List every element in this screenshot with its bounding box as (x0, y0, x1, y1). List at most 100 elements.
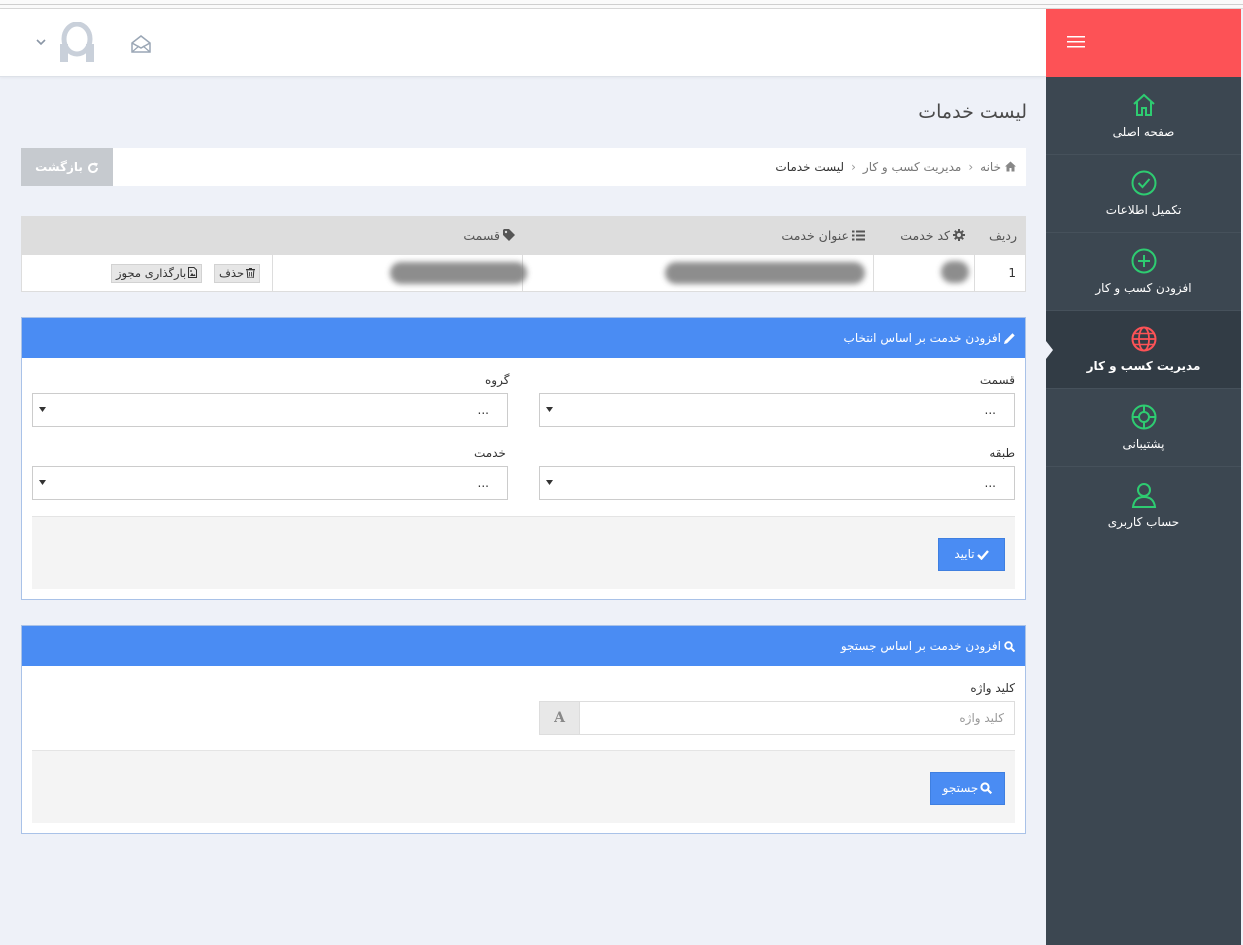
trash-icon (246, 268, 256, 278)
cell-divider (272, 255, 273, 292)
active-nav-pointer (1046, 341, 1053, 359)
category-label: طبقه (989, 446, 1015, 460)
service-label: خدمت (474, 446, 506, 460)
column-header-code: کد خدمت (900, 217, 965, 255)
search-icon (1004, 641, 1015, 652)
sidebar: صفحه اصلی تکمیل اطلاعات افزودن کسب و کار… (1046, 9, 1241, 945)
group-select-value: ... (477, 403, 489, 417)
check-icon (976, 550, 989, 560)
check-circle-icon (1131, 170, 1157, 196)
keyword-input-group: A (539, 701, 1015, 735)
back-button-label: بازگشت (35, 160, 83, 174)
add-by-selection-panel: افزودن خدمت بر اساس انتخاب قسمت گروه ...… (21, 317, 1026, 600)
panel-footer: جستجو (32, 750, 1015, 823)
table-row: 1 حذف بارگذاری مجوز (22, 255, 1025, 292)
sidebar-item-label: پشتیبانی (1122, 437, 1165, 451)
group-select[interactable]: ... (32, 393, 508, 427)
section-select-value: ... (984, 403, 996, 417)
row-number: 1 (1008, 266, 1016, 280)
caret-down-icon (39, 407, 46, 412)
caret-down-icon (546, 480, 553, 485)
keyword-input[interactable] (580, 702, 1014, 734)
breadcrumb-home-link[interactable]: خانه (980, 160, 1001, 174)
service-select-value: ... (477, 476, 489, 490)
top-header (0, 9, 1046, 77)
cell-divider (873, 255, 874, 292)
redacted-code (941, 261, 969, 283)
refresh-icon (87, 162, 98, 173)
user-avatar-icon[interactable] (58, 22, 96, 62)
gear-icon (953, 229, 965, 241)
caret-down-icon (39, 480, 46, 485)
keyword-label: کلید واژه (970, 681, 1015, 695)
panel-header: افزودن خدمت بر اساس انتخاب (22, 318, 1025, 358)
breadcrumb-current: لیست خدمات (775, 160, 845, 174)
list-icon (852, 230, 865, 241)
delete-button[interactable]: حذف (214, 264, 261, 283)
search-icon (980, 782, 993, 794)
panel-title: افزودن خدمت بر اساس جستجو (840, 639, 1001, 653)
upload-license-button[interactable]: بارگذاری مجوز (111, 264, 203, 283)
browser-top-strip (0, 0, 1243, 9)
page-title: لیست خدمات (918, 101, 1027, 123)
category-select-value: ... (984, 476, 996, 490)
chevron-down-icon[interactable] (34, 35, 48, 49)
table-header: ردیف کد خدمت عنوان خدمت قسمت (22, 217, 1025, 255)
caret-down-icon (546, 407, 553, 412)
user-icon (1131, 483, 1157, 508)
column-header-title-label: عنوان خدمت (781, 228, 849, 243)
font-icon: A (540, 702, 580, 734)
confirm-button[interactable]: تایید (938, 538, 1005, 571)
upload-license-button-label: بارگذاری مجوز (116, 266, 187, 280)
file-image-icon (188, 267, 198, 278)
globe-icon (1131, 326, 1157, 352)
search-button[interactable]: جستجو (930, 772, 1005, 805)
group-label: گروه (485, 373, 510, 387)
search-button-label: جستجو (942, 781, 979, 795)
breadcrumb: خانه ‹ مدیریت کسب و کار ‹ لیست خدمات (775, 148, 1016, 186)
panel-title: افزودن خدمت بر اساس انتخاب (843, 331, 1001, 345)
sidebar-item-label: افزودن کسب و کار (1095, 281, 1192, 295)
column-header-title: عنوان خدمت (781, 217, 865, 255)
mail-open-icon[interactable] (128, 33, 154, 55)
redacted-section (390, 262, 527, 284)
menu-icon[interactable] (1067, 35, 1085, 49)
section-select[interactable]: ... (539, 393, 1015, 427)
category-select[interactable]: ... (539, 466, 1015, 500)
panel-footer: تایید (32, 516, 1015, 589)
sidebar-item-support[interactable]: پشتیبانی (1046, 389, 1241, 467)
sidebar-item-user-account[interactable]: حساب کاربری (1046, 467, 1241, 545)
tag-icon (503, 229, 515, 241)
services-table: ردیف کد خدمت عنوان خدمت قسمت 1 حذف بارگذ… (21, 216, 1026, 292)
sidebar-item-label: صفحه اصلی (1112, 125, 1175, 139)
sidebar-item-complete-info[interactable]: تکمیل اطلاعات (1046, 155, 1241, 233)
breadcrumb-section-link[interactable]: مدیریت کسب و کار (863, 160, 961, 174)
delete-button-label: حذف (219, 266, 245, 280)
sidebar-item-home[interactable]: صفحه اصلی (1046, 77, 1241, 155)
plus-circle-icon (1131, 248, 1157, 274)
sidebar-item-label: حساب کاربری (1107, 515, 1180, 529)
life-ring-icon (1131, 404, 1157, 430)
cell-divider (974, 255, 975, 292)
confirm-button-label: تایید (954, 547, 975, 561)
add-by-search-panel: افزودن خدمت بر اساس جستجو کلید واژه A جس… (21, 625, 1026, 834)
sidebar-item-label: تکمیل اطلاعات (1105, 203, 1182, 217)
breadcrumb-separator: ‹ (851, 160, 856, 174)
sidebar-item-add-business[interactable]: افزودن کسب و کار (1046, 233, 1241, 311)
section-label: قسمت (979, 373, 1015, 387)
breadcrumb-bar: بازگشت خانه ‹ مدیریت کسب و کار ‹ لیست خدمات (21, 148, 1026, 186)
home-icon (1005, 161, 1016, 172)
home-icon (1133, 93, 1155, 116)
panel-header: افزودن خدمت بر اساس جستجو (22, 626, 1025, 666)
pencil-icon (1004, 333, 1015, 344)
breadcrumb-separator: ‹ (968, 160, 974, 174)
sidebar-item-label: مدیریت کسب و کار (1086, 359, 1201, 373)
sidebar-brand (1046, 9, 1241, 77)
redacted-title (665, 262, 865, 284)
sidebar-item-manage-business[interactable]: مدیریت کسب و کار (1046, 311, 1241, 389)
back-button[interactable]: بازگشت (21, 148, 113, 186)
column-header-section: قسمت (463, 217, 515, 255)
service-select[interactable]: ... (32, 466, 508, 500)
column-header-section-label: قسمت (463, 228, 500, 243)
column-header-row: ردیف (988, 228, 1017, 243)
